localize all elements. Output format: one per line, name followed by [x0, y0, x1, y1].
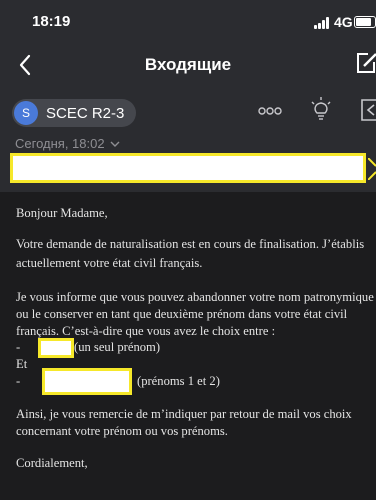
forward-icon[interactable] [360, 98, 376, 122]
option-1-dash: - [16, 340, 21, 354]
status-time: 18:19 [32, 13, 71, 30]
option-1-note: (un seul prénom) [74, 340, 161, 354]
redacted-option-2 [42, 368, 132, 395]
paragraph-1-line-2: actuellement votre état civil français. [16, 256, 203, 270]
paragraph-3-line-2: concernant votre prénom ou vos prénoms. [16, 424, 228, 438]
greeting: Bonjour Madame, [16, 206, 108, 220]
paragraph-2-line-2: ou le conserver en tant que deuxième pré… [16, 307, 348, 321]
avatar: S [14, 101, 38, 125]
closing: Cordialement, [16, 456, 88, 470]
more-icon[interactable] [258, 106, 282, 116]
sender-name: SCEC R2-3 [46, 104, 125, 122]
chevron-down-icon [110, 141, 120, 147]
battery-icon [354, 16, 376, 28]
navigation-bar: Входящие [0, 44, 376, 86]
signal-icon [314, 17, 332, 29]
redacted-option-1 [38, 338, 74, 358]
email-body: Bonjour Madame, Votre demande de natural… [0, 192, 376, 500]
option-2-note: (prénoms 1 et 2) [137, 374, 220, 388]
paragraph-3-line-1: Ainsi, je vous remercie de m’indiquer pa… [16, 407, 352, 421]
network-label: 4G [334, 14, 353, 30]
et-label: Et [16, 357, 28, 371]
subject-overflow-marker [368, 158, 376, 180]
paragraph-1-line-1: Votre demande de naturalisation est en c… [16, 237, 365, 251]
paragraph-2-line-3: français. C’est-à-dire que vous avez le … [16, 324, 276, 338]
page-title: Входящие [144, 55, 232, 74]
date-text: Сегодня, 18:02 [15, 136, 105, 151]
redacted-subject [10, 153, 366, 183]
paragraph-2-line-1: Je vous informe que vous pouvez abandonn… [16, 290, 374, 304]
option-2-dash: - [16, 374, 21, 388]
bulb-icon[interactable] [309, 96, 333, 124]
email-date[interactable]: Сегодня, 18:02 [15, 136, 120, 151]
status-bar: 18:19 4G [0, 0, 376, 44]
compose-icon[interactable] [354, 50, 376, 76]
sender-chip[interactable]: S SCEC R2-3 [12, 99, 137, 127]
